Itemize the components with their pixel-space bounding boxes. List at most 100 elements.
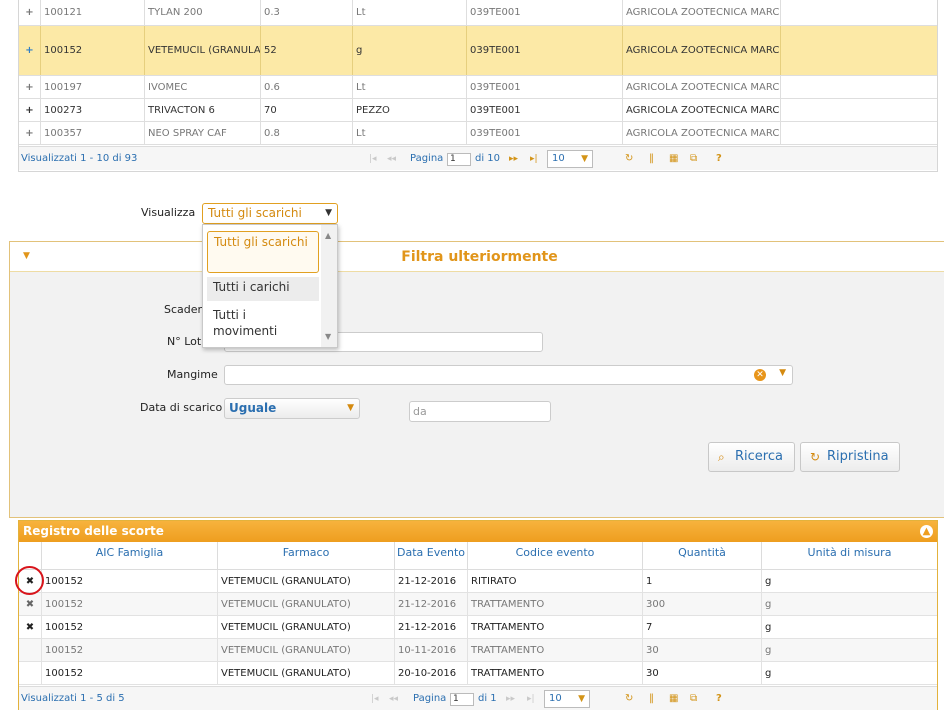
column-header[interactable]: AIC Famiglia (42, 542, 218, 570)
table-icon[interactable]: ▦ (669, 687, 678, 711)
column-headers: AIC Famiglia Farmaco Data Evento Codice … (19, 542, 937, 570)
cell-code: 039TE001 (467, 76, 623, 98)
scroll-down-icon[interactable]: ▼ (325, 332, 331, 341)
reset-button[interactable]: ↻ Ripristina (800, 442, 900, 472)
last-page-icon[interactable]: ▸| (530, 147, 538, 171)
filter-panel-header[interactable]: ▼ Filtra ulteriormente (10, 242, 944, 272)
page-count-label: di 10 (475, 153, 501, 164)
cell-data: 21-12-2016 (395, 616, 468, 639)
column-header[interactable]: Farmaco (218, 542, 395, 570)
table-row-selected[interactable]: + 100152 VETEMUCIL (GRANULAT 52 g 039TE0… (19, 26, 937, 76)
page-number-input[interactable]: 1 (447, 153, 471, 166)
page-size-select[interactable]: 10 ▼ (544, 690, 590, 708)
registro-title: Registro delle scorte (23, 524, 164, 538)
columns-icon[interactable]: ‖ (649, 687, 654, 711)
cell-unit: g (765, 668, 772, 679)
chevron-down-icon: ▼ (325, 208, 332, 218)
cell-company: AGRICOLA ZOOTECNICA MARCHI (623, 0, 781, 25)
table-row[interactable]: ✖ 100152 VETEMUCIL (GRANULATO) 21-12-201… (19, 593, 937, 616)
expand-icon[interactable]: + (19, 26, 41, 75)
page-size-value: 10 (552, 153, 565, 164)
cell-farmaco: VETEMUCIL (GRANULATO) (218, 570, 395, 593)
refresh-icon[interactable]: ↻ (625, 687, 633, 711)
data-scarico-label: Data di scarico (140, 401, 223, 414)
page-size-select[interactable]: 10 ▼ (547, 150, 593, 168)
registro-header: Registro delle scorte ▲ (19, 521, 937, 542)
refresh-icon[interactable]: ↻ (625, 147, 633, 171)
cell-quantity: 1 (643, 570, 762, 593)
option-tutti-i-carichi[interactable]: Tutti i carichi (207, 277, 319, 301)
page-count-label: di 1 (478, 693, 497, 704)
next-page-icon[interactable]: ▸▸ (506, 687, 515, 711)
collapse-icon[interactable]: ▲ (920, 525, 933, 538)
table-icon[interactable]: ▦ (669, 147, 678, 171)
cell-code: 039TE001 (467, 0, 623, 25)
table-row[interactable]: ✖ 100152 VETEMUCIL (GRANULATO) 21-12-201… (19, 570, 937, 593)
table-row[interactable]: + 100273 TRIVACTON 6 70 PEZZO 039TE001 A… (19, 99, 937, 122)
table-row[interactable]: 100152 VETEMUCIL (GRANULATO) 20-10-2016 … (19, 662, 937, 685)
cell-data: 10-11-2016 (395, 639, 468, 662)
option-tutti-i-movimenti[interactable]: Tutti i movimenti (207, 305, 319, 343)
table-row[interactable]: ✖ 100152 VETEMUCIL (GRANULATO) 21-12-201… (19, 616, 937, 639)
cell-quantity: 0.6 (261, 76, 353, 98)
cell-farmaco: VETEMUCIL (GRANULATO) (218, 639, 395, 662)
help-icon[interactable]: ? (716, 687, 722, 711)
scroll-up-icon[interactable]: ▲ (325, 231, 331, 240)
table-row[interactable]: + 100197 IVOMEC 0.6 Lt 039TE001 AGRICOLA… (19, 76, 937, 99)
cell-quantity: 30 (643, 662, 762, 685)
expand-icon[interactable]: + (19, 0, 41, 25)
date-operator-select[interactable]: Uguale ▼ (224, 398, 360, 419)
page-number-input[interactable]: 1 (450, 693, 474, 706)
search-icon: ⌕ (718, 450, 725, 464)
search-button-label: Ricerca (735, 449, 783, 464)
cell-aic: 100152 (42, 593, 218, 616)
expand-icon[interactable]: + (19, 99, 41, 121)
table-row[interactable]: + 100121 TYLAN 200 0.3 Lt 039TE001 AGRIC… (19, 0, 937, 26)
cell-code: 039TE001 (467, 26, 623, 75)
pager-summary: Visualizzati 1 - 5 di 5 (21, 693, 125, 704)
clear-icon[interactable]: ✕ (754, 369, 766, 381)
delete-x-icon[interactable]: ✖ (19, 593, 42, 616)
export-icon[interactable]: ⧉ (690, 147, 697, 171)
delete-x-icon[interactable]: ✖ (19, 616, 42, 639)
first-page-icon[interactable]: |◂ (369, 147, 377, 171)
column-header[interactable]: Data Evento (395, 542, 468, 570)
table-row[interactable]: + 100357 NEO SPRAY CAF 0.8 Lt 039TE001 A… (19, 122, 937, 145)
help-icon[interactable]: ? (716, 147, 722, 171)
cell-code: 039TE001 (467, 99, 623, 121)
cell-farmaco: VETEMUCIL (GRANULAT (145, 26, 261, 75)
table-row[interactable]: 100152 VETEMUCIL (GRANULATO) 10-11-2016 … (19, 639, 937, 662)
search-button[interactable]: ⌕ Ricerca (708, 442, 795, 472)
filter-panel-title: Filtra ulteriormente (401, 249, 558, 265)
last-page-icon[interactable]: ▸| (527, 687, 535, 711)
cell-quantity: 7 (643, 616, 762, 639)
cell-quantity: 70 (261, 99, 353, 121)
export-icon[interactable]: ⧉ (690, 687, 697, 711)
expand-icon[interactable]: + (19, 76, 41, 98)
next-page-icon[interactable]: ▸▸ (509, 147, 518, 171)
column-header[interactable]: Codice evento (468, 542, 643, 570)
cell-unit: g (765, 576, 772, 587)
columns-icon[interactable]: ‖ (649, 147, 654, 171)
reset-button-label: Ripristina (827, 449, 889, 464)
option-tutti-gli-scarichi[interactable]: Tutti gli scarichi (207, 231, 319, 273)
column-header[interactable]: Quantità (643, 542, 762, 570)
cell-aic: 100152 (42, 662, 218, 685)
page-label: Pagina (410, 153, 444, 164)
prev-page-icon[interactable]: ◂◂ (387, 147, 396, 171)
expand-icon[interactable]: + (19, 122, 41, 144)
prev-page-icon[interactable]: ◂◂ (389, 687, 398, 711)
column-header[interactable]: Unità di misura (762, 542, 937, 570)
cell-unit: Lt (353, 76, 467, 98)
first-page-icon[interactable]: |◂ (371, 687, 379, 711)
chevron-down-icon[interactable]: ▼ (779, 368, 786, 378)
date-operator-value: Uguale (229, 401, 277, 415)
cell-aic: 100197 (41, 76, 145, 98)
visualizza-dropdown-list: Tutti gli scarichi Tutti i carichi Tutti… (202, 224, 338, 348)
date-from-input[interactable]: da (409, 401, 551, 422)
cell-actions-empty (19, 662, 42, 685)
cell-farmaco: VETEMUCIL (GRANULATO) (218, 616, 395, 639)
mangime-combobox[interactable]: ✕ ▼ (224, 365, 793, 385)
visualizza-select[interactable]: Tutti gli scarichi ▼ (202, 203, 338, 224)
dropdown-scrollbar[interactable]: ▲ ▼ (321, 225, 337, 347)
